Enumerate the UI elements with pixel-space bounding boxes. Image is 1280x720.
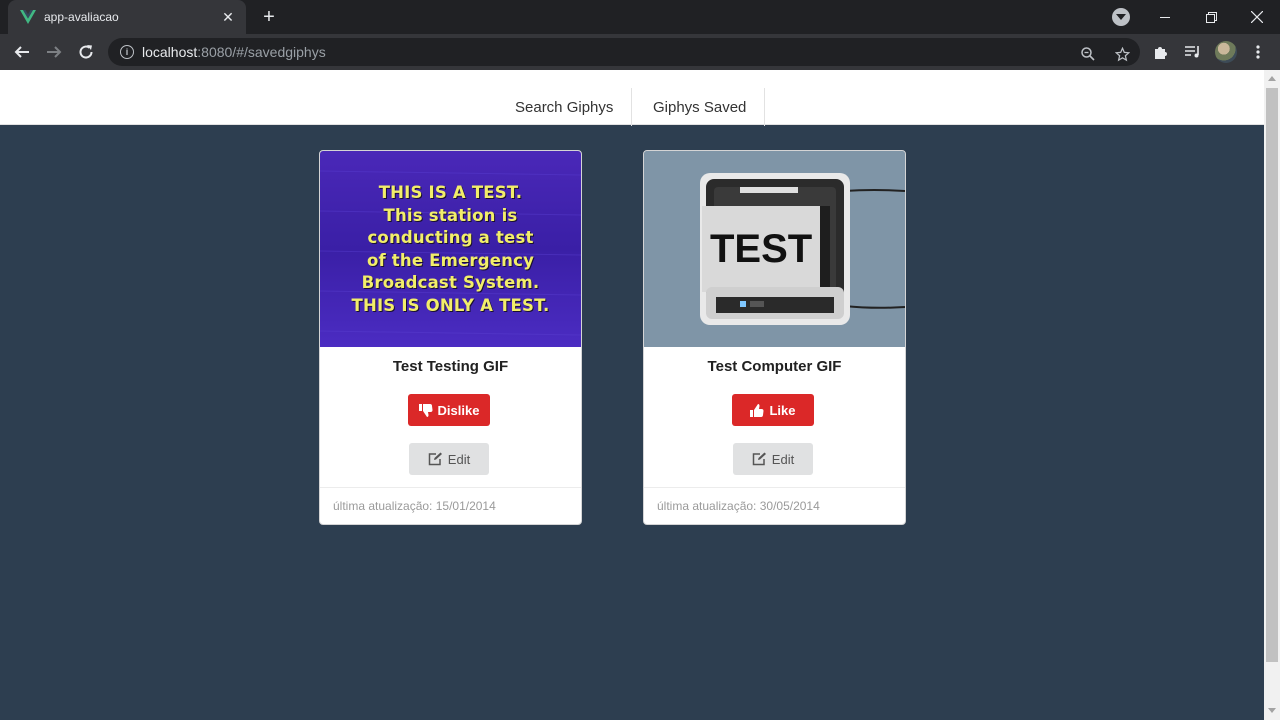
card-title: Test Testing GIF [392,358,509,375]
minimize-icon[interactable] [1142,0,1188,34]
back-arrow-icon[interactable] [8,38,36,66]
like-label: Like [769,402,796,418]
page-scrollbar[interactable] [1264,70,1280,720]
edit-icon [752,452,767,466]
browser-tabbar: app-avaliacao ✕ + [0,0,1280,34]
tab-title: app-avaliacao [44,10,119,24]
edit-label: Edit [447,451,471,467]
edit-button[interactable]: Edit [409,443,489,475]
dislike-button[interactable]: Dislike [408,394,490,426]
address-bar[interactable]: i localhost:8080/#/savedgiphys [108,38,1140,66]
url-path: :8080/#/savedgiphys [197,44,326,60]
gif-test-text: TEST [710,227,812,271]
edit-icon [428,452,443,466]
new-tab-icon[interactable]: + [258,7,280,29]
restore-icon[interactable] [1188,0,1234,34]
gif-image-test-computer: TEST [644,151,905,347]
browser-menu-icon[interactable] [1248,42,1268,62]
thumbs-up-icon [750,403,764,417]
bookmark-star-icon[interactable] [1112,44,1132,64]
card-title: Test Computer GIF [707,358,842,375]
vue-logo-icon [20,9,36,25]
edit-label: Edit [771,451,795,467]
thumbs-down-icon [418,403,433,417]
tab-close-icon[interactable]: ✕ [220,9,236,25]
giphy-card: TEST Test Computer GIF Like Edit última … [643,150,906,525]
site-info-icon[interactable]: i [120,45,134,59]
extensions-puzzle-icon[interactable] [1151,42,1171,62]
forward-arrow-icon[interactable] [40,38,68,66]
profile-avatar[interactable] [1215,41,1237,63]
gif-caption: THIS IS A TEST. This station is conducti… [351,183,550,315]
nav-giphys-saved[interactable]: Giphys Saved [635,88,766,126]
dislike-label: Dislike [437,402,480,418]
scroll-down-arrow-icon[interactable] [1268,708,1276,713]
edit-button[interactable]: Edit [733,443,813,475]
card-footer-updated: última atualização: 30/05/2014 [644,487,905,524]
media-queue-icon[interactable] [1183,42,1203,62]
reload-icon[interactable] [72,38,100,66]
nav-search-giphys[interactable]: Search Giphys [497,88,633,126]
zoom-icon[interactable] [1078,44,1098,64]
browser-tab[interactable]: app-avaliacao ✕ [8,0,246,34]
scrollbar-thumb[interactable] [1266,88,1278,662]
app-navbar: Search Giphys Giphys Saved [0,70,1264,126]
scroll-up-arrow-icon[interactable] [1268,76,1276,81]
browser-toolbar: i localhost:8080/#/savedgiphys [0,34,1280,70]
like-button[interactable]: Like [732,394,814,426]
close-window-icon[interactable] [1234,0,1280,34]
gif-image-emergency-test: THIS IS A TEST. This station is conducti… [320,151,581,347]
tab-search-icon[interactable] [1112,8,1130,26]
url-host: localhost [142,44,198,60]
page-content: Search Giphys Giphys Saved THIS IS A TES… [0,70,1264,720]
giphy-card: THIS IS A TEST. This station is conducti… [319,150,582,525]
card-footer-updated: última atualização: 15/01/2014 [320,487,581,524]
